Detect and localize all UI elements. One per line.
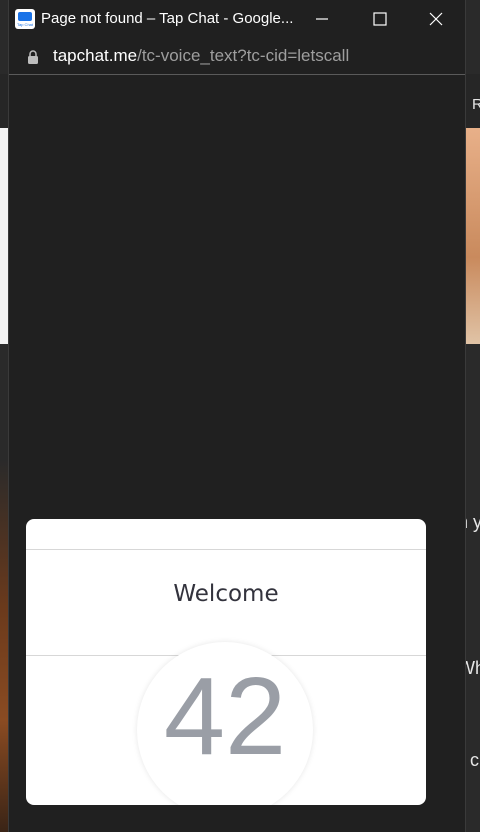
minimize-icon: [316, 18, 328, 20]
url-path: /tc-voice_text?tc-cid=letscall: [137, 46, 350, 65]
close-button[interactable]: [407, 0, 465, 38]
background-text: c: [470, 750, 479, 770]
divider: [26, 549, 426, 550]
welcome-heading: Welcome: [173, 581, 279, 607]
address-bar[interactable]: tapchat.me/tc-voice_text?tc-cid=letscall: [9, 38, 465, 75]
lock-icon[interactable]: [27, 50, 39, 64]
minimize-button[interactable]: [293, 0, 351, 38]
title-bar[interactable]: Tap Chat Page not found – Tap Chat - Goo…: [9, 0, 465, 38]
url-host: tapchat.me: [53, 46, 138, 65]
tapchat-favicon-icon: Tap Chat: [15, 9, 35, 29]
background-text: R: [472, 96, 480, 113]
maximize-button[interactable]: [351, 0, 409, 38]
maximize-icon: [373, 12, 387, 26]
counter-value: 42: [163, 655, 287, 778]
close-icon: [429, 12, 443, 26]
url-text[interactable]: tapchat.me/tc-voice_text?tc-cid=letscall: [53, 46, 349, 66]
window-title: Page not found – Tap Chat - Google...: [41, 10, 294, 27]
welcome-modal: Welcome 42: [26, 519, 426, 805]
